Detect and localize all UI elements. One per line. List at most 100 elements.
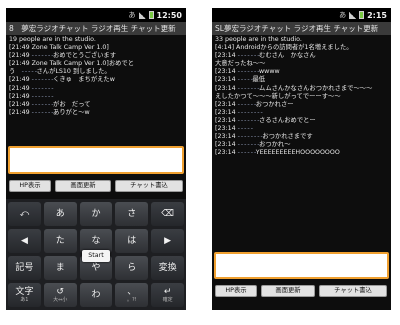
chat-write-button[interactable]: チャット書込 — [115, 180, 183, 192]
delete-key[interactable]: ⌫ — [151, 202, 184, 226]
chat-message: 大意だったね〜〜 — [215, 60, 388, 68]
people-count: 19 people are in the studio. — [9, 36, 96, 43]
chat-message-text: がお だって — [53, 100, 91, 108]
kana-key[interactable]: 変換 — [151, 256, 184, 280]
refresh-screen-button[interactable]: 画面更新 — [55, 180, 111, 192]
chat-message-text: むむさん かなさん — [259, 52, 316, 60]
redacted-username: - - - - - - - — [237, 84, 260, 92]
chat-message-text: おつかれ〜 — [259, 141, 291, 149]
redacted-username: - - - - - - - — [237, 68, 260, 76]
redacted-username: - - - - - - - — [31, 52, 54, 60]
people-count: 33 people are in the studio. — [215, 36, 302, 43]
redacted-username: - - - - - - - - — [237, 133, 263, 141]
chat-input[interactable] — [214, 252, 389, 279]
signal-icon — [349, 11, 357, 19]
chat-message-prefix: [4:14] Androidからの訪問者が1名増えました。 — [215, 44, 353, 52]
chat-message-prefix: [23:14 — [215, 108, 238, 116]
chat-message: [23:14 - - - - - - - -おつかれさまです — [215, 133, 388, 141]
key-label: ま — [55, 262, 65, 273]
redacted-username: - - - - - - - — [31, 92, 54, 100]
undo-key[interactable]: ⤺ — [8, 202, 41, 226]
chat-message: えしたかつて〜〜〜新しがってでーーす〜〜 — [215, 93, 388, 101]
kana-key[interactable]: は — [115, 229, 149, 253]
app-title-bar[interactable]: SL夢宏ラジオチャット ラジオ再生 チャット更新 — [212, 22, 391, 35]
chat-message: [21:49 - - - - - - -ありがと〜w — [9, 109, 183, 117]
chat-message-prefix: [21:49 — [9, 76, 32, 84]
status-clock: 12:50 — [156, 10, 182, 20]
chat-message-prefix: [21:49 — [9, 52, 32, 60]
chat-log: 19 people are in the studio. [21:49 Zone… — [6, 35, 186, 131]
chat-message-text: ありがと〜w — [53, 108, 90, 116]
redacted-username: - - - - - - - — [31, 76, 54, 84]
chat-message-prefix: [23:14 — [215, 84, 238, 92]
start-tooltip: Start — [82, 250, 110, 262]
key-label: さ — [127, 208, 137, 219]
kana-key[interactable]: ま — [43, 256, 77, 280]
chat-message: [21:49 - - - - - - -がお だって — [9, 101, 183, 109]
chat-message-text: ムムさんかなさんおつかれさまで〜〜〜 — [259, 84, 379, 92]
app-title-bar[interactable]: 8 夢宏ラジオチャット ラジオ再生 チャット更新 — [6, 22, 186, 35]
cursor-right-key[interactable]: ▶ — [151, 229, 184, 253]
status-clock: 2:15 — [367, 10, 387, 20]
chat-message: [23:14 - - - - -最低 — [215, 76, 388, 84]
key-label: は — [127, 235, 137, 246]
action-button-row: HP表示 画面更新 チャット書込 — [6, 180, 186, 192]
chat-message-prefix: [23:14 — [215, 125, 238, 133]
notification-icon: あ — [339, 11, 347, 19]
redacted-username: - - - - - — [237, 125, 253, 133]
status-bar: あ 2:15 — [212, 8, 391, 22]
key-label: 文字 — [15, 286, 34, 297]
cursor-left-icon: ◀ — [20, 235, 28, 246]
hp-display-button[interactable]: HP表示 — [215, 285, 257, 297]
refresh-screen-button[interactable]: 画面更新 — [261, 285, 315, 297]
key-label: わ — [91, 289, 101, 300]
kana-key[interactable]: た — [43, 229, 77, 253]
chat-message-prefix: [21:49 — [9, 100, 32, 108]
kana-key[interactable]: ら — [115, 256, 149, 280]
notification-icon: あ — [128, 11, 136, 19]
status-bar: あ 12:50 — [6, 8, 186, 22]
chat-message-text: 最低 — [252, 76, 266, 84]
chat-message-prefix: [21:49 — [9, 92, 32, 100]
chat-message-prefix: [23:14 — [215, 100, 238, 108]
chat-write-button[interactable]: チャット書込 — [319, 285, 387, 297]
chat-message-text: さるさんおめでとー — [259, 116, 316, 124]
kana-key[interactable]: 記号 — [8, 256, 41, 280]
chat-message: [23:14 - - - - - - - - — [215, 109, 388, 117]
kana-key[interactable]: あ — [43, 202, 77, 226]
left-phone-screen: あ 12:50 8 夢宏ラジオチャット ラジオ再生 チャット更新 19 peop… — [6, 8, 186, 310]
kana-key[interactable]: さ — [115, 202, 149, 226]
chat-message: [23:14 - - - - - -YEEEEEEEEEHOOOOOOOO — [215, 149, 388, 157]
cursor-right-icon: ▶ — [164, 235, 172, 246]
chat-message-prefix: う — [9, 68, 22, 76]
chat-message-prefix: [23:14 — [215, 116, 238, 124]
key-label: 、 — [127, 286, 137, 297]
kana-key[interactable]: 、。?! — [115, 283, 149, 307]
chat-message-prefix: [21:49 — [9, 108, 32, 116]
kana-key[interactable]: か — [79, 202, 113, 226]
chat-message: [23:14 - - - - - - -ムムさんかなさんおつかれさまで〜〜〜 — [215, 85, 388, 93]
key-label: ら — [127, 262, 137, 273]
redacted-username: - - - - - - - — [31, 100, 54, 108]
redacted-username: - - - - - — [21, 68, 37, 76]
chat-message-text: さんがLS10 到しました。 — [36, 68, 111, 76]
chat-message-prefix: [23:14 — [215, 149, 238, 157]
chat-message-text: おつかれさー — [255, 100, 294, 108]
kana-key[interactable]: 文字 あ1 — [8, 283, 41, 307]
enter-key[interactable]: ↵ 確定 — [151, 283, 184, 307]
kana-key[interactable]: ↺ 大⇔小 — [43, 283, 77, 307]
chat-message-text: くきゅ まちがえたw — [53, 76, 115, 84]
redacted-username: - - - - - - - — [31, 84, 54, 92]
delete-icon: ⌫ — [161, 208, 174, 219]
redacted-username: - - - - - - — [237, 149, 257, 157]
cursor-left-key[interactable]: ◀ — [8, 229, 41, 253]
redacted-username: - - - - - - - - — [237, 108, 263, 116]
chat-message-prefix: [23:14 — [215, 52, 238, 60]
chat-input[interactable] — [8, 146, 184, 174]
chat-message: [21:49 Zone Talk Camp Ver 1.0] — [9, 44, 183, 52]
kana-key[interactable]: わ — [79, 283, 113, 307]
hp-display-button[interactable]: HP表示 — [9, 180, 51, 192]
chat-message-text: おつかれさまです — [262, 133, 313, 141]
chat-message: [23:14 - - - - - — [215, 125, 388, 133]
key-sublabel: 大⇔小 — [53, 296, 68, 303]
